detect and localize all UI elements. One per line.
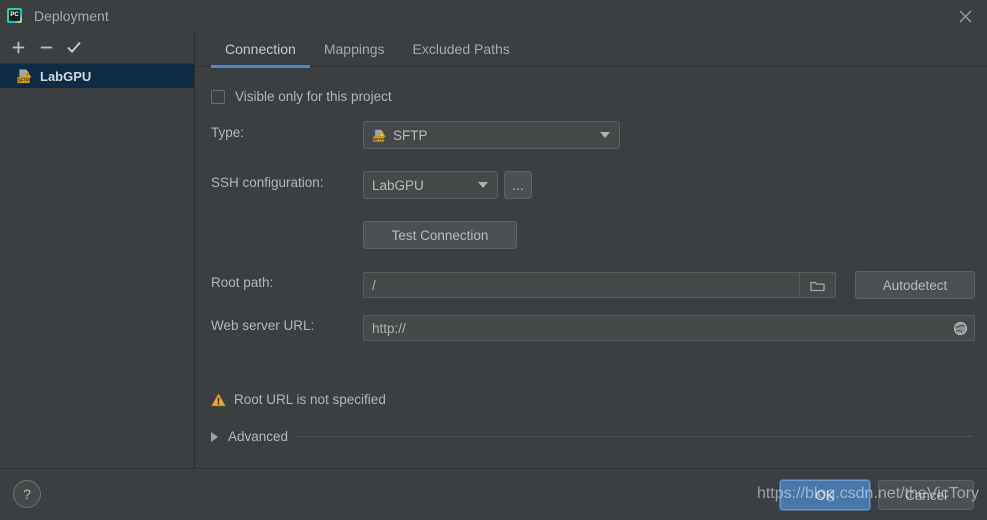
root-path-value: /	[372, 277, 376, 293]
visible-only-row: Visible only for this project	[211, 89, 392, 104]
visible-only-checkbox[interactable]	[211, 89, 225, 104]
add-button[interactable]	[4, 34, 32, 60]
sidebar-item-label: LabGPU	[40, 68, 92, 84]
ssh-configuration-browse-button[interactable]: ...	[504, 171, 532, 199]
root-path-label-wrap: Root path:	[211, 275, 273, 290]
type-combobox[interactable]: SFTP SFTP	[363, 121, 620, 149]
close-icon[interactable]	[951, 2, 979, 30]
deployment-dialog: PC Deployment SFTP LabGPU Connection Map…	[0, 0, 987, 520]
tab-mappings[interactable]: Mappings	[310, 31, 399, 67]
root-path-input[interactable]: /	[363, 272, 836, 298]
type-label: Type:	[211, 125, 245, 140]
type-label-wrap: Type:	[211, 125, 244, 140]
tab-bar: Connection Mappings Excluded Paths	[195, 31, 987, 68]
test-connection-button[interactable]: Test Connection	[363, 221, 517, 249]
advanced-label: Advanced	[228, 429, 289, 444]
web-server-url-value: http://	[372, 320, 406, 336]
connection-panel: Connection Mappings Excluded Paths Visib…	[195, 31, 987, 469]
server-list: SFTP LabGPU	[0, 64, 194, 88]
set-default-button[interactable]	[60, 34, 88, 60]
ssh-configuration-value: LabGPU	[372, 177, 424, 193]
warning-text: Root URL is not specified	[234, 392, 386, 407]
globe-icon[interactable]	[952, 320, 968, 336]
advanced-divider	[298, 436, 973, 437]
sidebar-item-labgpu[interactable]: SFTP LabGPU	[0, 64, 194, 88]
warning-icon	[211, 393, 226, 407]
svg-text:SFTP: SFTP	[373, 136, 384, 141]
remove-button[interactable]	[32, 34, 60, 60]
root-path-label: Root path:	[211, 275, 274, 290]
type-value: SFTP	[393, 127, 428, 143]
cancel-button[interactable]: Cancel	[878, 480, 974, 510]
help-button[interactable]: ?	[13, 480, 41, 508]
servers-sidebar: SFTP LabGPU	[0, 31, 195, 469]
title-bar: PC Deployment	[0, 0, 987, 31]
sftp-icon: SFTP	[372, 128, 387, 143]
tab-excluded-paths[interactable]: Excluded Paths	[399, 31, 524, 67]
ssh-config-label-wrap: SSH configuration:	[211, 175, 324, 190]
chevron-down-icon	[600, 132, 610, 138]
web-server-url-label-wrap: Web server URL:	[211, 318, 314, 333]
dialog-footer: ? OK Cancel https://blog.csdn.net/theVic…	[0, 468, 987, 520]
svg-text:SFTP: SFTP	[18, 77, 30, 82]
web-server-url-label: Web server URL:	[211, 318, 315, 333]
sftp-icon: SFTP	[16, 68, 33, 84]
pycharm-icon: PC	[6, 7, 24, 25]
visible-only-label: Visible only for this project	[235, 89, 392, 104]
sidebar-toolbar	[0, 31, 194, 64]
chevron-down-icon	[478, 182, 488, 188]
ssh-configuration-label: SSH configuration:	[211, 175, 324, 190]
autodetect-button[interactable]: Autodetect	[855, 271, 975, 299]
window-title: Deployment	[34, 7, 109, 24]
ok-button[interactable]: OK	[780, 480, 870, 510]
advanced-section-header[interactable]: Advanced	[211, 429, 979, 444]
web-server-url-input[interactable]: http://	[363, 315, 975, 341]
ssh-configuration-combobox[interactable]: LabGPU	[363, 171, 498, 199]
triangle-right-icon	[211, 431, 218, 442]
tab-connection[interactable]: Connection	[211, 31, 310, 68]
folder-icon[interactable]	[799, 273, 835, 297]
root-url-warning: Root URL is not specified	[211, 392, 386, 407]
